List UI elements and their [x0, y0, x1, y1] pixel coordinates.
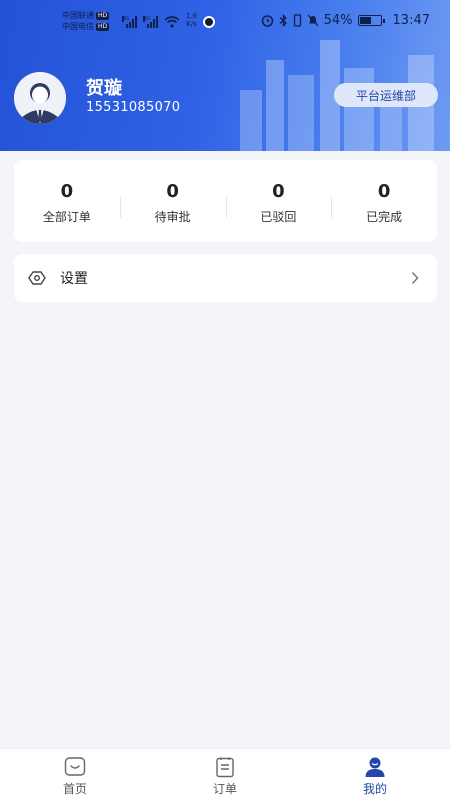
carrier-1: 中国联通: [62, 11, 94, 20]
avatar[interactable]: [14, 72, 66, 124]
hd-badge: HD: [96, 12, 110, 20]
app-notification-icon: [203, 16, 216, 28]
user-avatar-icon: [14, 72, 66, 124]
carrier-2: 中国电信: [62, 22, 94, 31]
stat-completed[interactable]: 0 已完成: [331, 160, 437, 242]
battery-percent: 54%: [323, 13, 353, 28]
vibrate-icon: [293, 14, 301, 27]
user-phone: 15531085070: [86, 100, 181, 115]
tab-mine[interactable]: 我的: [300, 749, 450, 800]
hd-badge: HD: [96, 23, 110, 31]
signal-icon: 4G: [122, 16, 137, 28]
settings-label: 设置: [60, 271, 88, 287]
profile-header: 中国联通HD 中国电信HD 4G 4G 1.6K/s 54% 13:47: [0, 0, 450, 151]
home-icon: [64, 757, 86, 776]
tab-label: 订单: [212, 782, 237, 796]
stat-label: 待审批: [154, 210, 191, 224]
clock: 13:47: [392, 13, 430, 28]
department-badge: 平台运维部: [334, 83, 438, 107]
stat-all-orders[interactable]: 0 全部订单: [14, 160, 120, 242]
stat-value: 0: [377, 181, 391, 202]
stat-value: 0: [272, 181, 285, 202]
stat-label: 已驳回: [260, 210, 297, 224]
settings-icon: [28, 271, 46, 285]
status-bar: 中国联通 HD 中国电信 HD 4G 4G 1.6 K/s 54% 13:47: [0, 0, 450, 44]
order-stats-card: 0 全部订单 0 待审批 0 已驳回 0 已完成: [14, 160, 437, 242]
chevron-right-icon: [411, 271, 419, 285]
tab-orders[interactable]: 订单: [150, 749, 300, 800]
wifi-icon: [164, 16, 180, 28]
stat-rejected[interactable]: 0 已驳回: [225, 160, 332, 242]
signal-icon: 4G: [143, 16, 158, 28]
stat-pending-approval[interactable]: 0 待审批: [119, 160, 226, 242]
stat-value: 0: [60, 181, 74, 202]
stat-value: 0: [166, 181, 179, 202]
stat-label: 已完成: [366, 210, 403, 224]
bluetooth-icon: [279, 14, 287, 27]
carrier-info: 中国联通 HD 中国电信 HD: [62, 10, 110, 32]
tab-label: 我的: [362, 782, 387, 796]
clipboard-icon: [216, 757, 234, 778]
network-speed: 1.6 K/s: [186, 12, 198, 28]
tab-label: 首页: [62, 782, 87, 796]
alarm-icon: [261, 15, 273, 27]
user-icon: [365, 757, 385, 777]
mute-bell-icon: [307, 14, 319, 27]
settings-row[interactable]: 设置: [14, 254, 437, 302]
bottom-tab-bar: 首页 订单 我的: [0, 748, 450, 800]
user-name: 贺璇: [86, 78, 122, 99]
tab-home[interactable]: 首页: [0, 749, 150, 800]
battery-icon: [357, 15, 385, 26]
stat-label: 全部订单: [42, 210, 91, 224]
